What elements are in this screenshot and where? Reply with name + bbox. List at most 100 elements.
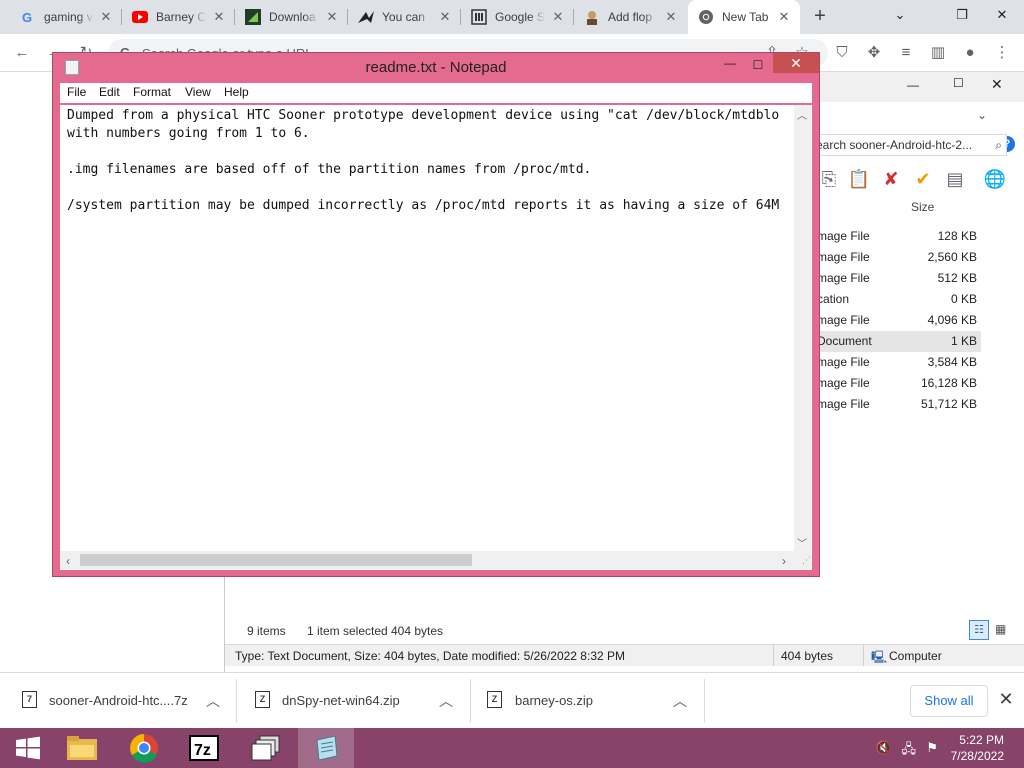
file-row[interactable]: mage File 16,128 KB [811, 373, 981, 394]
google-scholar-icon [471, 9, 487, 25]
explorer-minimize-icon[interactable]: — [907, 78, 919, 92]
details-view-icon[interactable]: ☷ [969, 620, 989, 640]
large-icons-view-icon[interactable]: ▦ [995, 622, 1006, 636]
details-info: Type: Text Document, Size: 404 bytes, Da… [235, 649, 625, 663]
7z-archive-icon: 7 [22, 691, 37, 708]
close-tab-icon[interactable]: ✕ [776, 9, 792, 25]
show-all-button[interactable]: Show all [910, 685, 988, 717]
copy-icon[interactable]: ⎘ [817, 167, 841, 191]
checkmark-icon[interactable]: ✔ [911, 167, 935, 191]
file-row[interactable]: mage File 512 KB [811, 268, 981, 289]
tab-new-tab[interactable]: New Tab ✕ [688, 0, 800, 34]
new-tab-button[interactable]: + [808, 5, 832, 29]
taskbar-notepad[interactable] [298, 728, 354, 768]
file-row[interactable]: mage File 3,584 KB [811, 352, 981, 373]
chevron-up-icon[interactable]: ︿ [206, 691, 220, 711]
tab-add-floppy[interactable]: Add flop ✕ [574, 0, 687, 34]
explorer-search-input[interactable]: earch sooner-Android-htc-2... ⌕ [811, 134, 1007, 156]
tab-search-chevron-icon[interactable]: ⌄ [888, 3, 912, 27]
resize-grip-icon[interactable]: ⋰ [794, 551, 811, 569]
tab-download[interactable]: Downloa ✕ [235, 0, 348, 34]
close-tab-icon[interactable]: ✕ [211, 9, 227, 25]
explorer-maximize-icon[interactable]: ☐ [953, 76, 964, 90]
svg-text:G: G [22, 10, 32, 24]
notepad-window: readme.txt - Notepad — ☐ ✕ File Edit For… [52, 52, 820, 577]
text-line: ​ [67, 179, 791, 197]
file-row[interactable]: cation 0 KB [811, 289, 981, 310]
notepad-title: readme.txt - Notepad [365, 59, 507, 76]
search-icon: ⌕ [995, 138, 1002, 152]
menu-edit[interactable]: Edit [99, 85, 120, 99]
file-row[interactable]: mage File 2,560 KB [811, 247, 981, 268]
clock[interactable]: 5:22 PM 7/28/2022 [951, 732, 1004, 764]
more-menu-icon[interactable]: ⋮ [990, 41, 1014, 65]
globe-icon[interactable]: 🌐 [983, 167, 1007, 191]
action-center-flag-icon[interactable]: ⚑ [926, 740, 938, 756]
zip-archive-icon: Z [487, 691, 502, 708]
tab-google-scholar[interactable]: Google S ✕ [461, 0, 574, 34]
scroll-up-arrow-icon[interactable]: ︿ [794, 107, 810, 122]
maximize-button[interactable]: ☐ [745, 55, 771, 75]
close-tab-icon[interactable]: ✕ [663, 9, 679, 25]
explorer-close-icon[interactable]: ✕ [991, 76, 1003, 93]
close-window-icon[interactable]: ✕ [990, 3, 1014, 27]
volume-muted-icon[interactable]: 🔇 [876, 740, 892, 756]
address-dropdown-chevron-icon[interactable]: ⌄ [977, 108, 987, 122]
media-playlist-icon[interactable]: ≡ [894, 41, 918, 65]
item-count: 9 items [247, 624, 286, 638]
taskbar-7zip[interactable]: 7z [176, 728, 232, 768]
tab-title: New Tab [722, 10, 769, 24]
close-tab-icon[interactable]: ✕ [324, 9, 340, 25]
taskbar-multiple-windows[interactable] [238, 728, 294, 768]
chevron-up-icon[interactable]: ︿ [439, 691, 453, 711]
close-button[interactable]: ✕ [773, 53, 819, 73]
start-button[interactable] [0, 728, 56, 768]
restore-icon[interactable]: ❐ [950, 3, 974, 27]
file-row[interactable]: mage File 4,096 KB [811, 310, 981, 331]
file-row-selected[interactable]: Document 1 KB [811, 331, 981, 352]
column-header-size[interactable]: Size [911, 200, 934, 214]
text-line: with numbers going from 1 to 6. [67, 126, 310, 141]
horizontal-scrollbar[interactable]: ‹ › [60, 551, 794, 569]
close-tab-icon[interactable]: ✕ [437, 9, 453, 25]
properties-icon[interactable]: ▤ [943, 167, 967, 191]
download-item[interactable]: Z dnSpy-net-win64.zip ︿ [237, 673, 470, 729]
ublock-icon[interactable]: ⛉ [830, 41, 854, 65]
network-icon[interactable]: 🖧 [902, 740, 917, 762]
profile-avatar-icon[interactable]: ● [958, 41, 982, 65]
browser-tab-strip: G gaming v ✕ Barney C ✕ Downloa ✕ You ca… [0, 0, 1024, 34]
menu-view[interactable]: View [185, 85, 211, 99]
text-content[interactable]: Dumped from a physical HTC Sooner protot… [67, 107, 791, 547]
menu-file[interactable]: File [67, 85, 86, 99]
close-download-bar-icon[interactable]: ✕ [996, 689, 1016, 709]
delete-x-icon[interactable]: ✘ [879, 167, 903, 191]
extensions-puzzle-icon[interactable]: ✥ [862, 41, 886, 65]
close-tab-icon[interactable]: ✕ [98, 9, 114, 25]
tab-you-can[interactable]: You can ✕ [348, 0, 461, 34]
vertical-scrollbar[interactable]: ︿ ﹀ [794, 105, 811, 551]
download-item[interactable]: Z barney-os.zip ︿ [471, 673, 704, 729]
file-row[interactable]: mage File 51,712 KB [811, 394, 981, 415]
text-line: .img filenames are based off of the part… [67, 162, 592, 177]
tab-barney[interactable]: Barney C ✕ [122, 0, 235, 34]
tab-gaming[interactable]: G gaming v ✕ [10, 0, 122, 34]
tab-title: Downloa [269, 10, 316, 24]
scroll-left-arrow-icon[interactable]: ‹ [60, 554, 76, 568]
download-item[interactable]: 7 sooner-Android-htc....7z ︿ [0, 673, 236, 729]
paste-clipboard-icon[interactable]: 📋 [847, 167, 871, 191]
close-tab-icon[interactable]: ✕ [550, 9, 566, 25]
notepad-editor[interactable]: Dumped from a physical HTC Sooner protot… [60, 105, 812, 570]
file-row[interactable]: mage File 128 KB [811, 226, 981, 247]
taskbar-file-explorer[interactable] [54, 728, 110, 768]
back-arrow-icon[interactable]: ← [10, 41, 34, 65]
menu-format[interactable]: Format [133, 85, 171, 99]
horizontal-scroll-thumb[interactable] [80, 554, 472, 566]
menu-help[interactable]: Help [224, 85, 249, 99]
chevron-up-icon[interactable]: ︿ [673, 691, 687, 711]
side-panel-icon[interactable]: ▥ [926, 41, 950, 65]
scroll-right-arrow-icon[interactable]: › [776, 554, 792, 568]
scroll-down-arrow-icon[interactable]: ﹀ [794, 535, 810, 550]
stacked-windows-icon [251, 735, 280, 761]
minimize-button[interactable]: — [717, 55, 743, 75]
taskbar-chrome[interactable] [116, 728, 172, 768]
